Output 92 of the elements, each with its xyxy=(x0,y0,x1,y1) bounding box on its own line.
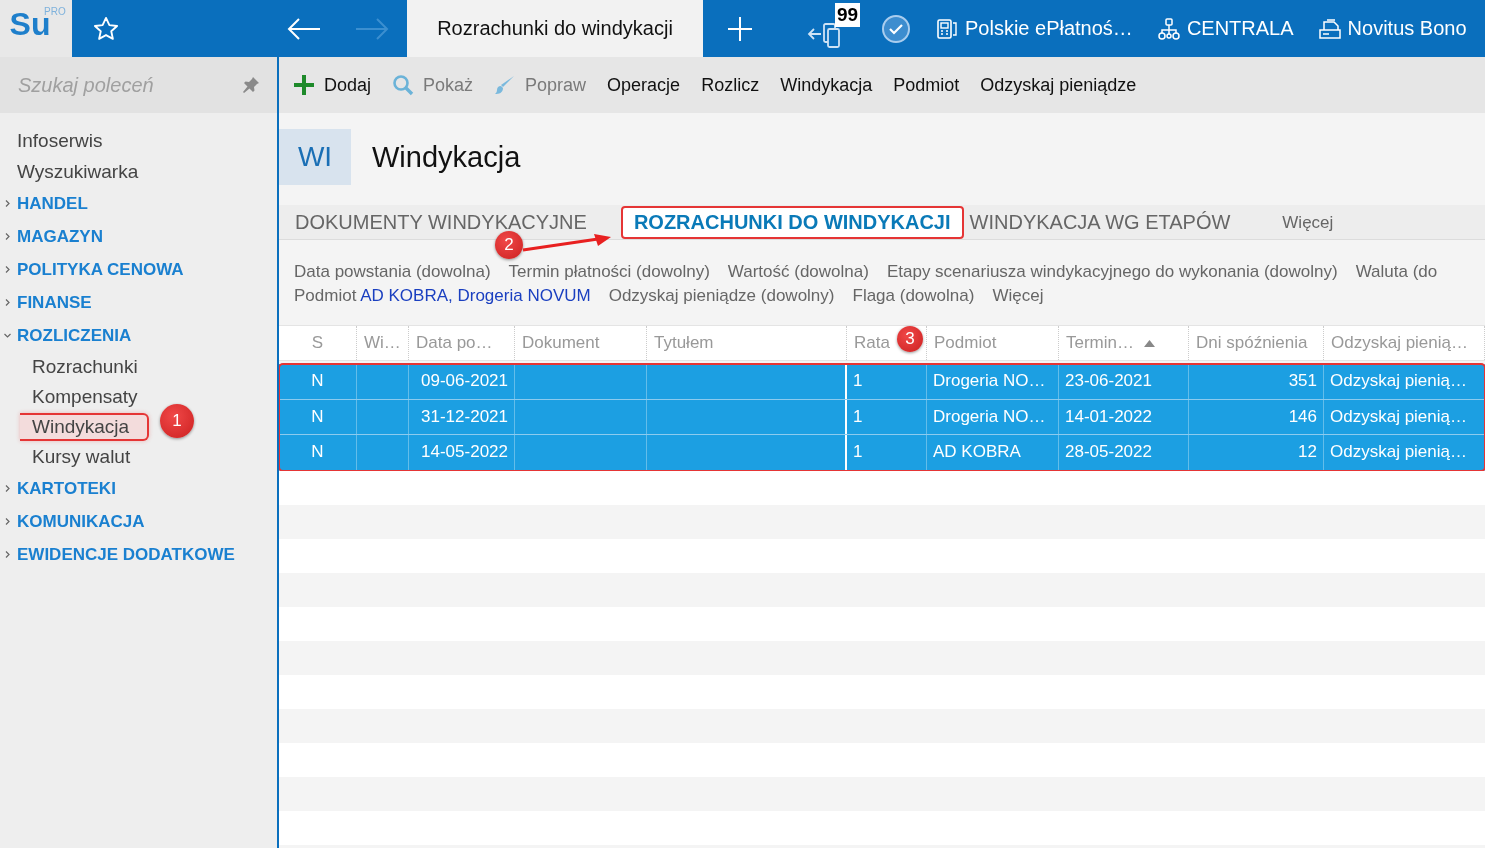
table-row[interactable]: N 14-05-2022 1 AD KOBRA 28-05-2022 12 Odzyskaj pienią… xyxy=(279,435,1485,471)
column-header[interactable]: Odzyskaj pienią… xyxy=(1331,333,1468,353)
table-cell: Drogeria NO… xyxy=(933,371,1046,392)
sidebar-section[interactable]: EWIDENCJE DODATKOWE xyxy=(17,544,235,565)
page-title: Windykacja xyxy=(372,140,521,174)
sort-up-icon[interactable] xyxy=(1144,339,1155,347)
more-tab[interactable]: Więcej xyxy=(1280,206,1348,239)
chevron-right-icon[interactable] xyxy=(4,200,11,207)
chevron-right-icon[interactable] xyxy=(4,233,11,240)
toolbar-button[interactable]: Podmiot xyxy=(893,74,960,96)
tab[interactable]: ROZRACHUNKI DO WINDYKACJI xyxy=(620,206,964,239)
toolbar-button[interactable]: Dodaj xyxy=(293,74,372,96)
column-header[interactable]: S xyxy=(311,333,324,353)
table-cell: Odzyskaj pienią… xyxy=(1330,371,1467,392)
table-cell: AD KOBRA xyxy=(933,442,1021,463)
topbar-item[interactable]: Novitus Bono xyxy=(1347,17,1467,40)
filter-link[interactable]: Więcej xyxy=(992,286,1044,306)
table-cell: 1 xyxy=(853,371,863,392)
toolbar-button[interactable]: Rozlicz xyxy=(701,74,760,96)
chevron-right-icon[interactable] xyxy=(4,299,11,306)
table-cell: 28-05-2022 xyxy=(1065,442,1152,463)
column-header[interactable]: Podmiot xyxy=(934,333,997,353)
sidebar-section[interactable]: HANDEL xyxy=(17,193,88,214)
back-arrow-icon[interactable] xyxy=(286,17,322,40)
filter-link[interactable]: Waluta (do xyxy=(1355,262,1438,282)
sidebar-item[interactable]: Infoserwis xyxy=(17,129,103,152)
search-input[interactable]: Szukaj poleceń xyxy=(18,73,235,97)
column-header[interactable]: Dni spóźnienia xyxy=(1196,333,1308,353)
filter-link[interactable]: Flaga (dowolna) xyxy=(852,286,975,306)
search-field[interactable]: Szukaj poleceń xyxy=(0,57,277,113)
table-row[interactable]: N 09-06-2021 1 Drogeria NO… 23-06-2021 351 Odzyskaj pienią… xyxy=(279,364,1485,400)
table-cell: 12 xyxy=(1298,442,1317,463)
pin-icon[interactable] xyxy=(241,75,261,95)
table-cell: 09-06-2021 xyxy=(421,371,508,392)
filter-link[interactable]: Wartość (dowolna) xyxy=(727,262,869,282)
sidebar-section[interactable]: POLITYKA CENOWA xyxy=(17,259,184,280)
topbar-item[interactable]: Polskie ePłatnoś… xyxy=(965,17,1133,40)
check-circle-icon[interactable] xyxy=(881,13,911,44)
table-cell: 1 xyxy=(853,406,863,427)
toolbar-button[interactable]: Operacje xyxy=(607,74,681,96)
table-cell: Odzyskaj pienią… xyxy=(1330,406,1467,427)
table-cell: Odzyskaj pienią… xyxy=(1330,442,1467,463)
chevron-right-icon[interactable] xyxy=(4,551,11,558)
plus-icon[interactable] xyxy=(293,74,315,96)
table-cell: Drogeria NO… xyxy=(933,406,1046,427)
toolbar-button[interactable]: Windykacja xyxy=(780,74,873,96)
column-header[interactable]: Tytułem xyxy=(654,333,714,353)
table-cell: N xyxy=(311,406,324,427)
table-cell: 1 xyxy=(853,442,863,463)
sidebar-item[interactable]: Kompensaty xyxy=(20,385,156,409)
table-cell: 23-06-2021 xyxy=(1065,371,1152,392)
module-code-tile: WI xyxy=(279,129,351,185)
column-header[interactable]: Termin… xyxy=(1066,333,1134,353)
sidebar-item[interactable]: Rozrachunki xyxy=(20,355,156,379)
sidebar-section[interactable]: MAGAZYN xyxy=(17,226,103,247)
column-header[interactable]: Wi… xyxy=(364,333,401,353)
chevron-right-icon[interactable] xyxy=(4,266,11,273)
filter-link[interactable]: Termin płatności (dowolny) xyxy=(508,262,710,282)
table-cell: N xyxy=(311,371,324,392)
sidebar-section[interactable]: KOMUNIKACJA xyxy=(17,511,145,532)
sidebar-section[interactable]: KARTOTEKI xyxy=(17,478,116,499)
chevron-right-icon[interactable] xyxy=(4,485,11,492)
count-badge: 99 xyxy=(835,2,861,27)
filter-link[interactable]: Etapy scenariusza windykacyjnego do wykonania (dowolny) xyxy=(886,262,1338,282)
open-tab[interactable]: Rozrachunki do windykacji xyxy=(407,0,703,57)
table-cell: 31-12-2021 xyxy=(421,406,508,427)
chevron-down-icon[interactable] xyxy=(4,332,11,339)
sidebar-section[interactable]: ROZLICZENIA xyxy=(17,325,132,346)
filter-link[interactable]: Podmiot AD KOBRA, Drogeria NOVUM xyxy=(294,286,591,306)
network-icon[interactable] xyxy=(1156,16,1181,41)
table-cell: 14-01-2022 xyxy=(1065,406,1152,427)
table-cell: 351 xyxy=(1288,371,1317,392)
filter-link[interactable]: Odzyskaj pieniądze (dowolny) xyxy=(608,286,835,306)
tab[interactable]: WINDYKACJA WG ETAPÓW xyxy=(967,206,1245,239)
table-cell: 14-05-2022 xyxy=(421,442,508,463)
chevron-right-icon[interactable] xyxy=(4,518,11,525)
sidebar-item[interactable]: Wyszukiwarka xyxy=(17,160,139,183)
column-header[interactable]: Dokument xyxy=(522,333,600,353)
sidebar-section[interactable]: FINANSE xyxy=(17,292,92,313)
column-header[interactable]: Rata xyxy=(854,333,890,353)
star-icon[interactable] xyxy=(92,14,120,43)
table-cell: N xyxy=(311,442,324,463)
topbar-item[interactable]: CENTRALA xyxy=(1186,17,1294,40)
table-cell: 146 xyxy=(1288,406,1317,427)
filter-link[interactable]: Data powstania (dowolna) xyxy=(294,262,491,282)
column-header[interactable]: Data po… xyxy=(416,333,493,353)
terminal-icon[interactable] xyxy=(935,16,959,41)
sidebar-item[interactable]: Windykacja xyxy=(20,413,150,441)
sidebar-item[interactable]: Kursy walut xyxy=(20,445,149,469)
printer-icon[interactable] xyxy=(1317,16,1342,41)
table-row[interactable]: N 31-12-2021 1 Drogeria NO… 14-01-2022 146 Odzyskaj pienią… xyxy=(279,399,1485,435)
toolbar-button[interactable]: Odzyskaj pieniądze xyxy=(980,74,1137,96)
